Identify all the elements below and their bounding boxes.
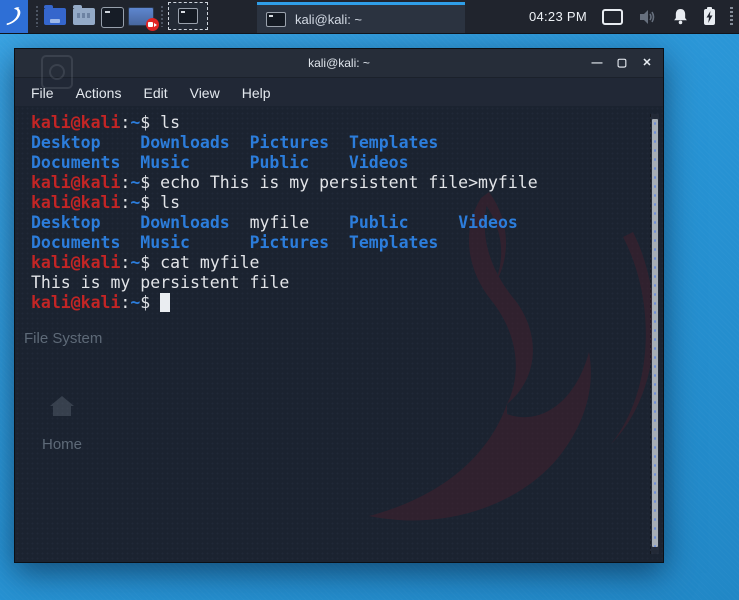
menu-actions[interactable]: Actions <box>66 82 132 104</box>
applications-menu-button[interactable] <box>0 0 28 33</box>
maximize-button[interactable]: ▢ <box>616 57 628 69</box>
window-menubar: File Actions Edit View Help <box>15 78 663 108</box>
panel-drag-handle[interactable] <box>730 6 733 27</box>
panel-separator <box>161 6 163 27</box>
terminal-output[interactable]: kali@kali:~$ ls Desktop Downloads Picture… <box>31 113 538 313</box>
terminal-body: File System Home kali@kali:~$ ls Desktop … <box>15 106 663 562</box>
terminal-window: kali@kali: ~ — ▢ ✕ File Actions Edit Vie… <box>14 48 664 563</box>
terminal-line: kali@kali:~$ ls <box>31 193 181 212</box>
minimize-button[interactable]: — <box>591 57 603 69</box>
record-badge-icon <box>146 18 159 31</box>
scrollbar-thumb[interactable] <box>652 119 658 547</box>
battery-bolt-icon <box>706 10 713 23</box>
display-icon[interactable] <box>602 8 623 25</box>
kali-logo-icon <box>6 6 21 25</box>
menu-view[interactable]: View <box>180 82 230 104</box>
top-panel: kali@kali: ~ 04:23 PM <box>0 0 739 34</box>
desktop-icon-home: Home <box>42 436 83 453</box>
terminal-icon <box>266 11 286 27</box>
system-tray: 04:23 PM <box>529 0 733 33</box>
notifications-icon[interactable] <box>672 8 689 26</box>
terminal-line: Desktop Downloads myfile Public Videos <box>31 213 518 232</box>
volume-icon[interactable] <box>638 8 657 26</box>
terminal-line: Documents Music Pictures Templates <box>31 233 439 252</box>
workspace-terminal-icon <box>178 8 198 24</box>
window-controls: — ▢ ✕ <box>591 49 653 77</box>
home-icon <box>50 396 74 416</box>
window-titlebar[interactable]: kali@kali: ~ — ▢ ✕ <box>15 49 663 78</box>
panel-separator <box>36 6 38 27</box>
terminal-line: kali@kali:~$ cat myfile <box>31 253 260 272</box>
terminal-line: Documents Music Public Videos <box>31 153 409 172</box>
screen-recorder-launcher[interactable] <box>128 7 159 31</box>
battery-icon[interactable] <box>704 6 715 25</box>
folder-launcher[interactable] <box>73 5 95 25</box>
taskbar-button-terminal[interactable]: kali@kali: ~ <box>257 2 465 33</box>
workspace-switcher[interactable] <box>168 2 208 30</box>
terminal-line: kali@kali:~$ ls <box>31 113 181 132</box>
menu-edit[interactable]: Edit <box>133 82 177 104</box>
desktop[interactable]: { "colors": { "accent": "#2f9ee8", "red"… <box>0 0 739 600</box>
file-manager-launcher[interactable] <box>44 5 66 25</box>
terminal-line: This is my persistent file <box>31 273 290 292</box>
clock: 04:23 PM <box>528 9 587 24</box>
terminal-line: kali@kali:~$ <box>31 293 538 313</box>
desktop-icon-file-system: File System <box>24 330 103 347</box>
taskbar-button-label: kali@kali: ~ <box>295 11 363 27</box>
menu-file[interactable]: File <box>21 82 64 104</box>
terminal-launcher[interactable] <box>101 7 124 28</box>
window-title: kali@kali: ~ <box>308 56 370 70</box>
menu-help[interactable]: Help <box>232 82 281 104</box>
terminal-line: kali@kali:~$ echo This is my persistent … <box>31 173 538 192</box>
terminal-line: Desktop Downloads Pictures Templates <box>31 133 439 152</box>
close-button[interactable]: ✕ <box>641 57 653 69</box>
